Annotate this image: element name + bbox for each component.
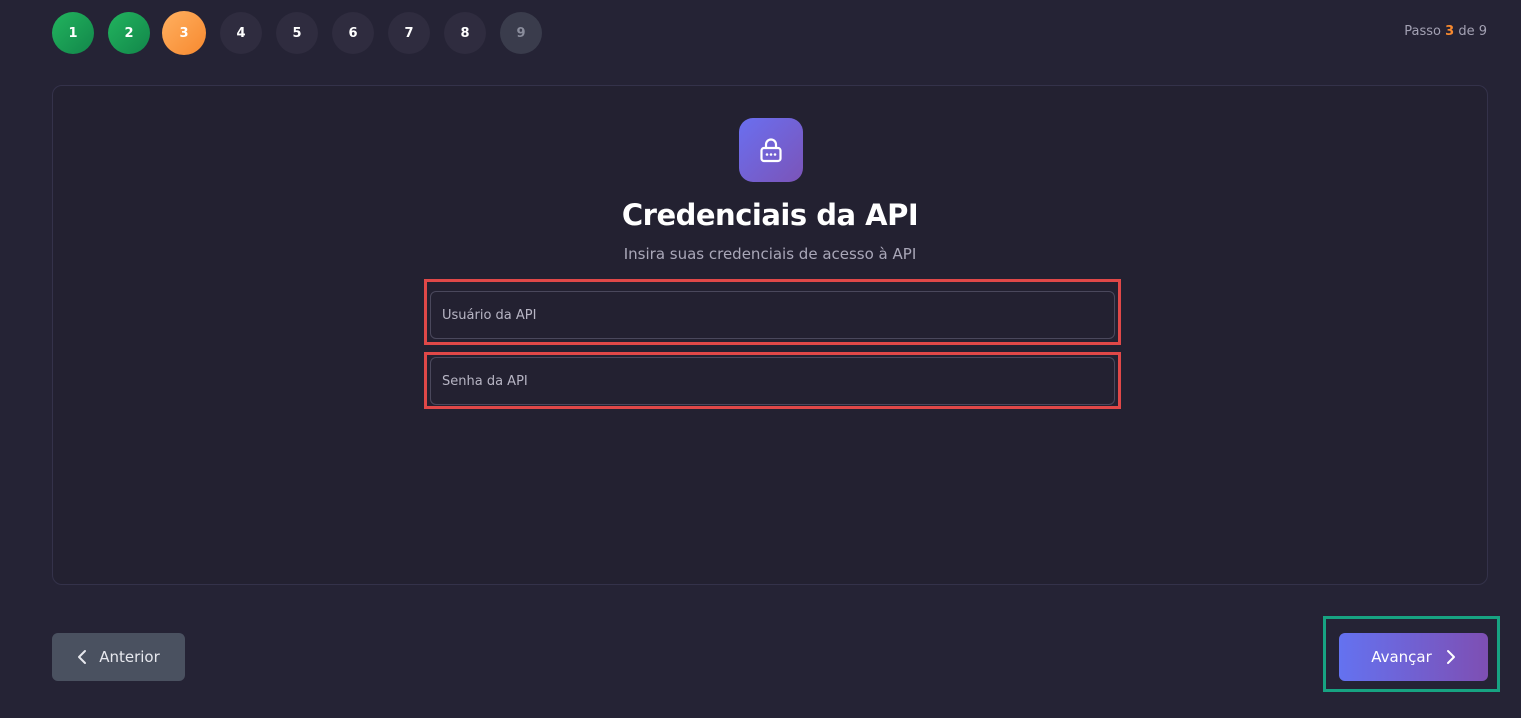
step-label: 5 [292,25,302,41]
step-8[interactable]: 8 [444,12,486,54]
step-3[interactable]: 3 [162,11,206,55]
step-counter-current: 3 [1445,24,1455,39]
api-user-field-highlight [424,279,1121,345]
page-subtitle: Insira suas credenciais de acesso à API [623,245,917,263]
next-button[interactable]: Avançar [1339,633,1488,681]
step-4[interactable]: 4 [220,12,262,54]
step-7[interactable]: 7 [388,12,430,54]
step-counter-total: 9 [1478,24,1487,39]
lock-icon [760,138,782,163]
api-user-input[interactable] [430,291,1115,339]
step-label: 9 [516,25,526,41]
step-1[interactable]: 1 [52,12,94,54]
api-password-input[interactable] [430,357,1115,405]
next-button-highlight: Avançar [1323,616,1500,692]
step-label: 1 [68,25,78,41]
step-counter: Passo 3 de 9 [1404,24,1487,39]
step-label: 2 [124,25,134,41]
step-5[interactable]: 5 [276,12,318,54]
credentials-card: Credenciais da API Insira suas credencia… [52,85,1488,585]
page-title: Credenciais da API [621,198,919,232]
step-counter-sep: de [1458,24,1475,39]
api-password-field-highlight [424,352,1121,409]
previous-button[interactable]: Anterior [52,633,185,681]
step-label: 6 [348,25,358,41]
step-label: 4 [236,25,246,41]
chevron-left-icon [78,650,87,664]
step-6[interactable]: 6 [332,12,374,54]
step-label: 8 [460,25,470,41]
chevron-right-icon [1446,650,1455,664]
step-label: 3 [179,25,189,41]
step-counter-prefix: Passo [1404,24,1441,39]
next-button-label: Avançar [1371,648,1432,666]
step-2[interactable]: 2 [108,12,150,54]
previous-button-label: Anterior [99,648,160,666]
step-9[interactable]: 9 [500,12,542,54]
step-label: 7 [404,25,414,41]
lock-icon-badge [739,118,803,182]
wizard-page: 1 2 3 4 5 6 7 8 9 Passo 3 de 9 Credencia… [0,0,1521,718]
